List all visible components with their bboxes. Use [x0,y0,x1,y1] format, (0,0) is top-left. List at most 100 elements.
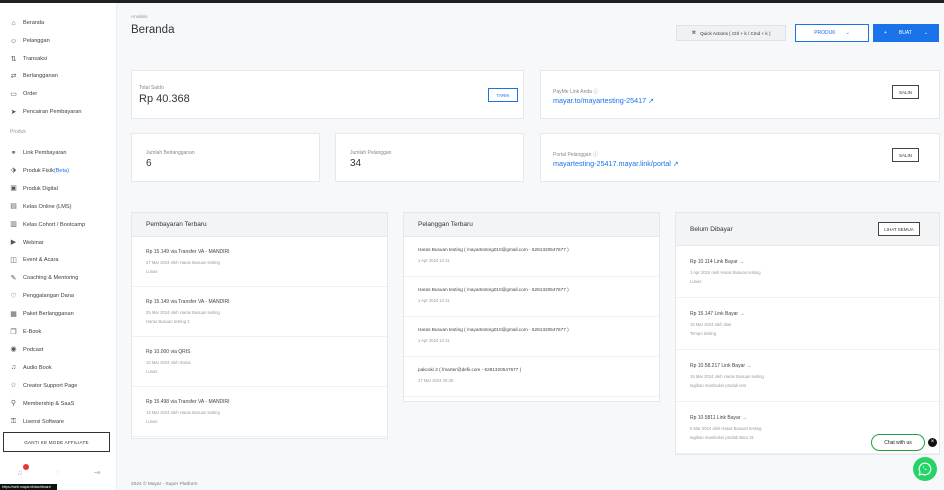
payment-row[interactable]: Rp 15.498 via Transfer VA - MANDIRI 14 Ma… [132,387,387,437]
sidebar-item-produk-digital[interactable]: ▣ Produk Digital [10,182,58,196]
sidebar-item-label: Pencairan Pembayaran [23,109,82,115]
unpaid-note: tagihan mambukin produk Baru 01 [690,435,755,440]
sidebar-item-penggalangan-dana[interactable]: ♡ Penggalangan Dana [10,289,74,303]
payment-row[interactable]: Rp 10.000 via QRIS 15 Mar 2024 oleh Irama… [132,337,387,387]
digital-product-icon: ▣ [10,185,17,193]
portal-link[interactable]: mayartesting-25417.mayar.link/portal ↗ [553,159,679,168]
chat-close-icon[interactable]: × [928,438,937,447]
unpaid-link[interactable]: Rp 10.58.217 Link Bayar → [690,363,751,369]
whatsapp-icon [918,462,932,476]
sidebar-item-label: Membership & SaaS [23,400,75,407]
customer-row[interactable]: Haras Busuan testing ( mayartesting010@g… [404,277,659,317]
sidebar-item-membership-saas[interactable]: ⚲ Membership & SaaS [10,397,74,411]
external-link-icon: ↗ [672,159,679,168]
bell-icon[interactable]: ♫ [17,468,23,477]
saldo-value: Rp 40.368 [139,93,190,105]
affiliate-mode-button[interactable]: GANTI KE MODE AFFILIATE [3,432,110,452]
plus-icon: + [883,30,887,36]
webinar-icon: ▶ [10,239,17,246]
external-link-icon: ↗ [648,96,655,105]
unpaid-meta: 5 Mar 2024 oleh Haras Busuan testing [690,426,762,431]
sidebar-item-label: Creator Support Page [23,382,78,389]
payme-link[interactable]: mayar.to/mayartesting-25417 ↗ [553,96,654,105]
customer-name: Haras Busuan testing ( mayartesting010@g… [418,247,569,252]
unpaid-link[interactable]: Rp 10.114 Link Bayar → [690,259,744,265]
sidebar-item-transaksi[interactable]: ⇅ Transaksi [10,52,47,66]
chevron-down-icon: ⌄ [845,30,850,36]
sidebar-item-paket-berlangganan[interactable]: ▦ Paket Berlangganan [10,307,74,321]
payme-copy-button[interactable]: SALIN [892,85,919,99]
unpaid-meta: 15 Mar 2024 oleh Haras Busuan testing [690,374,764,379]
payment-row[interactable]: Rp 15.149 via Transfer VA - MANDIRI 27 Ma… [132,237,387,287]
sidebar-item-label: Audio Book [23,364,52,371]
sidebar-item-order[interactable]: ▭ Order [10,87,37,101]
sidebar-item-link-pembayaran[interactable]: ⚭ Link Pembayaran [10,146,67,160]
buat-dropdown-button[interactable]: + BUAT ⌄ [873,24,939,42]
tarik-button[interactable]: TARIK [488,88,518,102]
whatsapp-button[interactable] [913,457,937,481]
info-icon: ⓘ [593,89,599,95]
sidebar-item-pelanggan[interactable]: ☺ Pelanggan [10,34,50,48]
command-icon: ⌘ [691,30,697,35]
sidebar-item-creator-support-page[interactable]: ☆ Creator Support Page [10,379,77,393]
unpaid-link[interactable]: Rp 15.147 Link Bayar → [690,311,744,317]
unpaid-row[interactable]: Rp 15.147 Link Bayar → 15 Mar 2024 oleh I… [676,298,939,350]
payment-meta: 25 Mar 2024 oleh Haras Busuan testing [146,310,220,315]
portal-copy-button[interactable]: SALIN [892,148,919,162]
sidebar-item-label: Produk Digital [23,185,58,192]
pembayaran-panel: Pembayaran Terbaru Rp 15.149 via Transfe… [131,212,388,439]
unpaid-row[interactable]: Rp 10.58.217 Link Bayar → 15 Mar 2024 ole… [676,350,939,402]
sidebar-item-label: Podcast [23,346,44,353]
link-icon: ⚭ [10,149,17,157]
unpaid-link[interactable]: Rp 10.5811 Link Bayar → [690,415,747,421]
sidebar-item-kelas-online-lms-[interactable]: ▤ Kelas Online (LMS) [10,200,72,214]
sidebar-item-e-book[interactable]: ❒ E-Book [10,325,41,339]
payment-meta: 15 Mar 2024 oleh Irama [146,360,191,365]
creator-icon: ☆ [10,382,17,390]
customer-date: 27 Mar 2024 20:35 [418,378,454,383]
audiobook-icon: ♫ [10,364,17,372]
home-icon: ⌂ [11,19,16,27]
sidebar-item-podcast[interactable]: ◉ Podcast [10,343,43,357]
berlangganan-value: 6 [146,158,152,169]
lihat-semua-button[interactable]: LIHAT SEMUA [878,222,920,236]
sidebar-item-audio-book[interactable]: ♫ Audio Book [10,361,52,375]
sidebar-item-event-acara[interactable]: ◫ Event & Acara [10,253,58,267]
sidebar-item-lisensi-software[interactable]: ⚿ Lisensi Software [10,415,64,429]
produk-dropdown-button[interactable]: PRODUK ⌄ [795,24,869,42]
sidebar-item-pencairan-pembayaran[interactable]: ➤ Pencairan Pembayaran [10,105,82,119]
logout-icon[interactable]: ⇥ [94,468,101,477]
customer-row[interactable]: Haras Busuan testing ( mayartesting010@g… [404,317,659,357]
sidebar-item-label: Pelanggan [23,38,50,44]
sidebar-bottom-icons: ♫ ◌ ⇥ [0,462,117,482]
sidebar-item-label: E-Book [23,329,42,335]
pelanggan-value: 34 [350,158,362,169]
settings-icon[interactable]: ◌ [56,468,61,477]
sidebar-item-coaching-mentoring[interactable]: ✎ Coaching & Mentoring [10,271,79,285]
course-icon: ▤ [10,203,17,211]
payment-meta: 27 Mar 2024 oleh Haras Busuan testing [146,260,220,265]
customer-name: pakcoki 2 ( fmarter@defii.com - 62813205… [418,367,522,372]
sidebar-item-label: Coaching & Mentoring [23,275,79,282]
info-icon: ⓘ [592,152,598,158]
sidebar-item-webinar[interactable]: ▶ Webinar [10,236,44,250]
sidebar-item-kelas-cohort-bootcamp[interactable]: ▥ Kelas Cohort / Bootcamp [10,218,85,232]
payment-row[interactable]: Rp 15.149 via Transfer VA - MANDIRI 25 Ma… [132,287,387,337]
beta-badge: (Beta) [53,167,70,174]
payment-amount: Rp 10.000 via QRIS [146,349,191,355]
sidebar-item-beranda[interactable]: ⌂ Beranda [10,16,44,30]
chat-with-us-button[interactable]: Chat with us [871,434,925,451]
payment-amount: Rp 15.149 via Transfer VA - MANDIRI [146,299,230,305]
sidebar-item-berlangganan[interactable]: ⇄ Berlangganan [10,69,58,83]
quick-actions-button[interactable]: ⌘ Quick Actions ( Ctrl + k / Cmd + k ) [676,25,786,41]
customer-row[interactable]: pakcoki 2 ( fmarter@defii.com - 62813205… [404,357,659,397]
unpaid-row[interactable]: Rp 10.114 Link Bayar → 1 Apr 2024 oleh Ha… [676,246,939,298]
sidebar-item-produk-fisik[interactable]: ⬗ Produk Fisik (Beta) [10,164,69,178]
sidebar-item-label: Kelas Online (LMS) [23,203,72,210]
cohort-icon: ▥ [10,221,17,229]
order-icon: ▭ [10,90,17,98]
produk-label: PRODUK [814,30,836,36]
belum-dibayar-panel: Belum Dibayar LIHAT SEMUA Rp 10.114 Link… [675,212,940,455]
customer-row[interactable]: Haras Busuan testing ( mayartesting010@g… [404,237,659,277]
customer-name: Haras Busuan testing ( mayartesting010@g… [418,327,569,332]
